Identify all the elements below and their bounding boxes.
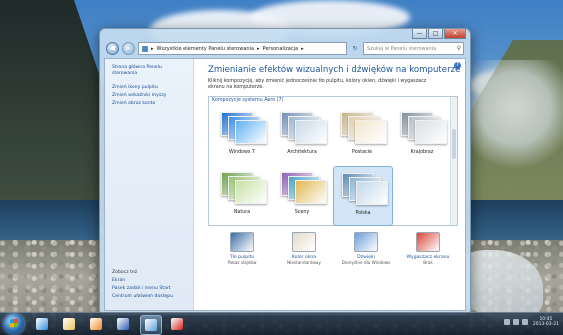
theme-preview-image <box>281 110 327 144</box>
theme-thumbnail <box>356 181 388 205</box>
flag-icon[interactable] <box>503 319 510 325</box>
page-description: Kliknij kompozycję, aby zmienić jednocze… <box>208 79 427 90</box>
main-content: ? Zmienianie efektów wizualnych i dźwięk… <box>194 59 465 310</box>
theme-thumbnail <box>295 120 327 144</box>
theme-label: Krajobraz <box>410 150 434 155</box>
theme-preview-image <box>281 170 327 204</box>
group-label: Kompozycje systemu Aero (7) <box>212 98 284 103</box>
breadcrumb-all-items[interactable]: Wszystkie elementy Panelu sterowania <box>157 46 254 52</box>
screen-saver-icon <box>416 232 440 252</box>
taskbar-button[interactable] <box>59 315 79 333</box>
personalization-window[interactable]: — □ ✕ ◀ ▶ ▸ Wszystkie elementy Panelu st… <box>99 28 471 316</box>
forward-button[interactable]: ▶ <box>122 42 135 55</box>
theme-thumbnail <box>415 120 447 144</box>
option-value: Niestandardowy <box>287 260 321 265</box>
sounds-icon <box>354 232 378 252</box>
theme-item[interactable]: Architektura <box>273 106 331 164</box>
minimize-button[interactable]: — <box>412 29 427 39</box>
system-tray: 10:45 2013-03-21 <box>503 317 559 327</box>
acrobat-icon <box>171 318 183 330</box>
theme-item[interactable]: Sceny <box>273 166 331 224</box>
clock-date: 2013-03-21 <box>532 322 559 327</box>
option-value: Domyślne dla Windows <box>341 260 391 265</box>
back-button[interactable]: ◀ <box>106 42 119 55</box>
sidebar-link[interactable]: Zmień ikony pulpitu <box>112 85 187 91</box>
option-value: Brak <box>423 260 433 265</box>
page-title: Zmienianie efektów wizualnych i dźwięków… <box>208 65 461 75</box>
taskbar-button[interactable] <box>140 315 162 335</box>
option-value: Pokaz slajdów <box>227 260 257 265</box>
search-input[interactable]: Szukaj w Panelu sterowania ⚲ <box>363 42 464 55</box>
media-player-icon <box>90 318 102 330</box>
breadcrumb-separator-icon: ▸ <box>151 45 154 52</box>
search-icon[interactable]: ⚲ <box>457 43 461 54</box>
volume-icon[interactable] <box>521 319 528 325</box>
theme-label: Sceny <box>294 210 310 215</box>
theme-item[interactable]: Natura <box>213 166 271 224</box>
theme-preview-image <box>221 110 267 144</box>
taskbar-button[interactable] <box>32 315 52 333</box>
theme-preview-image <box>221 170 267 204</box>
theme-thumbnail <box>235 180 267 204</box>
taskbar-button[interactable] <box>113 315 133 333</box>
see-also-heading: Zobacz też <box>112 270 138 275</box>
taskbar: 10:45 2013-03-21 <box>0 312 563 335</box>
see-also-link[interactable]: Ekran <box>112 278 187 284</box>
desktop-background-icon <box>230 232 254 252</box>
theme-preview-image <box>401 110 447 144</box>
file-explorer-icon <box>63 318 75 330</box>
theme-preview-image <box>341 110 387 144</box>
theme-thumbnail <box>355 120 387 144</box>
option-screen-saver[interactable]: Wygaszacz ekranu Brak <box>400 232 456 265</box>
theme-label: Postacie <box>352 150 372 155</box>
theme-item[interactable]: Windows 7 <box>213 106 271 164</box>
theme-label: Architektura <box>287 150 317 155</box>
window-title-bar[interactable]: — □ ✕ <box>100 29 470 41</box>
option-desktop-background[interactable]: Tło pulpitu Pokaz slajdów <box>214 232 270 265</box>
refresh-icon[interactable]: ↻ <box>350 43 360 54</box>
theme-label: Windows 7 <box>229 150 255 155</box>
control-panel-icon <box>142 45 148 52</box>
close-button[interactable]: ✕ <box>444 29 466 39</box>
breadcrumb-separator-icon: ▸ <box>257 45 260 52</box>
internet-explorer-icon <box>36 318 48 330</box>
scrollbar-thumb[interactable] <box>452 129 456 159</box>
option-sounds[interactable]: Dźwięki Domyślne dla Windows <box>338 232 394 265</box>
window-color-icon <box>292 232 316 252</box>
theme-item[interactable]: Postacie <box>333 106 391 164</box>
control-panel-icon <box>145 319 157 331</box>
theme-label: Polska <box>355 211 371 216</box>
breadcrumb-separator-icon: ▸ <box>301 45 304 52</box>
clock[interactable]: 10:45 2013-03-21 <box>533 317 559 327</box>
see-also-link[interactable]: Pasek zadań i menu Start <box>112 286 187 292</box>
sidebar-link[interactable]: Zmień obraz konta <box>112 101 187 107</box>
taskbar-button[interactable] <box>86 315 106 333</box>
option-window-color[interactable]: Kolor okna Niestandardowy <box>276 232 332 265</box>
maximize-button[interactable]: □ <box>428 29 443 39</box>
task-pane: Strona główna Panelu sterowania Zmień iko… <box>105 59 194 310</box>
sidebar-link[interactable]: Strona główna Panelu sterowania <box>112 65 187 77</box>
theme-item[interactable]: Polska <box>333 166 393 226</box>
taskbar-button[interactable] <box>167 315 187 333</box>
network-icon[interactable] <box>512 319 519 325</box>
address-bar[interactable]: ▸ Wszystkie elementy Panelu sterowania ▸… <box>138 42 347 55</box>
word-icon <box>117 318 129 330</box>
start-button[interactable] <box>4 314 24 334</box>
theme-thumbnail <box>295 180 327 204</box>
theme-item[interactable]: Krajobraz <box>393 106 451 164</box>
windows-logo-icon <box>10 318 18 328</box>
search-placeholder: Szukaj w Panelu sterowania <box>367 45 437 52</box>
theme-preview-image <box>342 171 388 205</box>
see-also-link[interactable]: Centrum ułatwień dostępu <box>112 294 187 300</box>
themes-scrollbar[interactable] <box>450 97 457 225</box>
themes-list[interactable]: Kompozycje systemu Aero (7) Windows 7 Arc… <box>208 96 458 226</box>
sidebar-link[interactable]: Zmień wskaźniki myszy <box>112 93 187 99</box>
theme-thumbnail <box>235 120 267 144</box>
breadcrumb-personalization[interactable]: Personalizacja <box>263 46 299 52</box>
theme-label: Natura <box>233 210 251 215</box>
